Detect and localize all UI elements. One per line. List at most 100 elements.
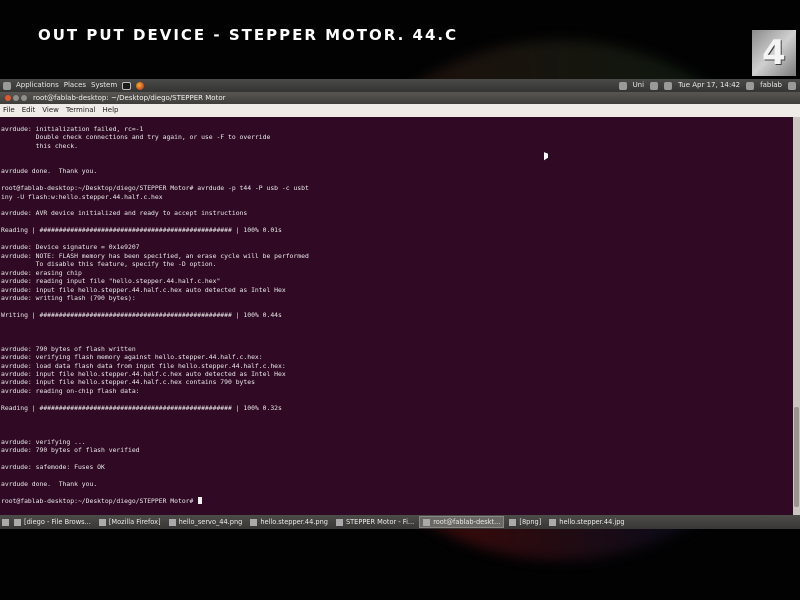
user-icon xyxy=(746,81,755,90)
close-window-icon[interactable] xyxy=(5,95,11,101)
menu-places[interactable]: Places xyxy=(64,79,86,92)
scrollbar-thumb[interactable] xyxy=(794,407,799,507)
taskbar-item[interactable]: [8png] xyxy=(506,516,544,528)
terminal-line: avrdude: initialization failed, rc=-1 xyxy=(1,125,144,133)
app-icon xyxy=(98,518,106,526)
menu-help[interactable]: Help xyxy=(103,104,119,117)
app-icon xyxy=(335,518,343,526)
power-icon[interactable] xyxy=(788,81,796,90)
taskbar-item-label: hello_servo_44.png xyxy=(178,518,243,526)
taskbar-item[interactable]: [diego - File Brows... xyxy=(11,516,94,528)
show-desktop-icon[interactable] xyxy=(2,518,9,526)
app-icon xyxy=(423,518,431,526)
menu-system[interactable]: System xyxy=(91,79,117,92)
minimize-window-icon[interactable] xyxy=(13,95,19,101)
keyboard-layout-indicator[interactable]: Uni xyxy=(633,79,645,92)
menu-file[interactable]: File xyxy=(3,104,15,117)
slide-title: OUT PUT DEVICE - STEPPER MOTOR. 44.C xyxy=(38,26,459,44)
terminal-line: avrdude: input file hello.stepper.44.hal… xyxy=(1,378,255,387)
terminal-line: avrdude: 790 bytes of flash verified xyxy=(1,446,140,454)
terminal-line: avrdude: input file hello.stepper.44.hal… xyxy=(1,285,286,294)
terminal-line: avrdude: NOTE: FLASH memory has been spe… xyxy=(1,251,309,260)
taskbar-item[interactable]: hello.stepper.44.png xyxy=(247,516,331,528)
network-icon[interactable] xyxy=(650,81,659,90)
menu-applications[interactable]: Applications xyxy=(16,79,59,92)
bottom-taskbar: [diego - File Brows... [Mozilla Firefox] h… xyxy=(0,515,800,529)
taskbar-item[interactable]: root@fablab-deskt... xyxy=(419,516,505,528)
terminal-line: avrdude: 790 bytes of flash written xyxy=(1,344,136,353)
taskbar-item-label: hello.stepper.44.png xyxy=(260,518,328,526)
user-name[interactable]: fablab xyxy=(760,79,782,92)
app-icon xyxy=(168,518,176,526)
terminal-line: root@fablab-desktop:~/Desktop/diego/STEP… xyxy=(1,184,309,193)
clock[interactable]: Tue Apr 17, 14:42 xyxy=(678,79,740,92)
app-icon xyxy=(509,518,517,526)
notification-icon[interactable] xyxy=(618,81,627,90)
taskbar-item[interactable]: hello_servo_44.png xyxy=(166,516,246,528)
terminal-line: avrdude done. Thank you. xyxy=(1,167,98,176)
app-icon xyxy=(250,518,258,526)
taskbar-item-label: [8png] xyxy=(519,518,542,526)
taskbar-item[interactable]: STEPPER Motor - Fi... xyxy=(333,516,417,528)
terminal-line: Double check connections and try again, … xyxy=(1,133,271,142)
terminal-line: avrdude done. Thank you. xyxy=(1,479,98,488)
text-cursor xyxy=(198,496,203,504)
terminal-line: avrdude: load data flash data from input… xyxy=(1,361,286,370)
terminal-line: avrdude: AVR device initialized and read… xyxy=(1,209,248,218)
terminal-line: Reading | ##############################… xyxy=(1,226,282,235)
terminal-line: Reading | ##############################… xyxy=(1,403,282,412)
volume-icon[interactable] xyxy=(664,81,673,90)
taskbar-item-label: hello.stepper.44.jpg xyxy=(559,518,625,526)
firefox-launcher-icon[interactable] xyxy=(136,81,145,90)
terminal-line: avrdude: verifying flash memory against … xyxy=(1,353,263,362)
terminal-line: avrdude: Device signature = 0x1e9207 xyxy=(1,243,140,252)
channel-logo: 4 xyxy=(752,30,796,76)
menu-edit[interactable]: Edit xyxy=(22,104,36,117)
taskbar-item-label: STEPPER Motor - Fi... xyxy=(345,518,415,526)
ubuntu-logo-icon[interactable] xyxy=(3,81,11,90)
menu-terminal[interactable]: Terminal xyxy=(66,104,96,117)
terminal-line: To disable this feature, specify the -D … xyxy=(1,260,217,269)
taskbar-item-label: root@fablab-deskt... xyxy=(433,518,501,526)
app-icon xyxy=(14,518,21,526)
taskbar-item[interactable]: hello.stepper.44.jpg xyxy=(546,516,627,528)
terminal-scrollbar[interactable] xyxy=(793,117,800,515)
taskbar-item-label: [diego - File Brows... xyxy=(24,518,91,526)
top-panel: Applications Places System Uni Tue Apr 1… xyxy=(0,79,800,92)
terminal-line: avrdude: reading on-chip flash data: xyxy=(1,386,140,395)
terminal-launcher-icon[interactable] xyxy=(122,81,132,90)
terminal-line: Writing | ##############################… xyxy=(1,310,282,319)
terminal-line: avrdude: erasing chip xyxy=(1,268,82,277)
window-title-bar[interactable]: root@fablab-desktop: ~/Desktop/diego/STE… xyxy=(0,92,800,104)
terminal-output[interactable]: avrdude: initialization failed, rc=-1 Do… xyxy=(0,117,793,515)
taskbar-item-label: [Mozilla Firefox] xyxy=(108,518,161,526)
window-title: root@fablab-desktop: ~/Desktop/diego/STE… xyxy=(33,94,226,102)
terminal-line: avrdude: reading input file "hello.stepp… xyxy=(1,277,221,286)
maximize-window-icon[interactable] xyxy=(21,95,27,101)
terminal-line: this check. xyxy=(1,141,78,150)
terminal-text: avrdude: initialization failed, rc=-1 Do… xyxy=(0,117,793,505)
terminal-line: avrdude: verifying ... xyxy=(1,437,86,446)
app-icon xyxy=(549,518,557,526)
terminal-line: root@fablab-desktop:~/Desktop/diego/STEP… xyxy=(1,496,793,505)
taskbar-item[interactable]: [Mozilla Firefox] xyxy=(96,516,164,528)
terminal-line: avrdude: input file hello.stepper.44.hal… xyxy=(1,369,286,378)
menu-view[interactable]: View xyxy=(42,104,59,117)
terminal-line: avrdude: writing flash (790 bytes): xyxy=(1,293,136,302)
terminal-line: iny -U flash:w:hello.stepper.44.half.c.h… xyxy=(1,192,163,201)
